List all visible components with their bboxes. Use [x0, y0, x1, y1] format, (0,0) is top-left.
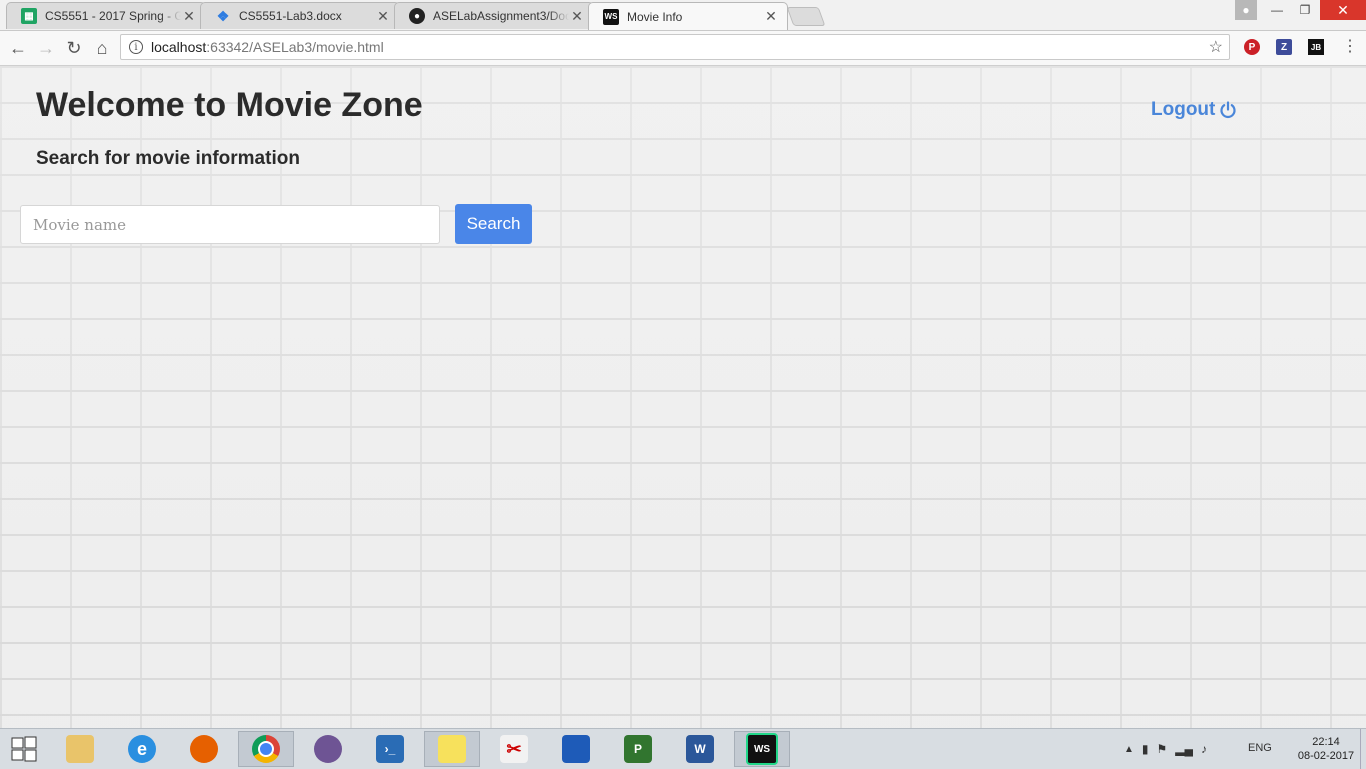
tab-movie-info[interactable]: WS Movie Info ✕ [588, 2, 788, 30]
pinterest-icon[interactable]: P [1244, 39, 1260, 55]
reload-icon[interactable]: ↻ [62, 36, 86, 60]
close-tab-icon[interactable]: ✕ [181, 8, 197, 25]
close-window-button[interactable]: ✕ [1320, 0, 1366, 20]
file-explorer-icon[interactable] [52, 731, 108, 767]
tab-cs5551-sheet[interactable]: ▦ CS5551 - 2017 Spring - G ✕ [6, 2, 206, 29]
battery-icon[interactable]: ▮ [1142, 742, 1149, 756]
show-desktop-button[interactable] [1360, 729, 1366, 769]
browser-tab-strip: ▦ CS5551 - 2017 Spring - G ✕ ❖ CS5551-La… [0, 0, 1366, 31]
tab-lab3-docx[interactable]: ❖ CS5551-Lab3.docx ✕ [200, 2, 400, 29]
word-icon[interactable]: W [672, 731, 728, 767]
clock-time: 22:14 [1312, 736, 1340, 748]
tab-title: Movie Info [627, 9, 683, 24]
logout-link[interactable]: Logout [1151, 99, 1237, 121]
page-title: Welcome to Movie Zone [36, 86, 423, 124]
browser-toolbar: ← → ↻ ⌂ i localhost:63342/ASELab3/movie.… [0, 31, 1366, 66]
page-viewport: Welcome to Movie Zone Search for movie i… [0, 66, 1366, 728]
search-button[interactable]: Search [455, 204, 532, 244]
close-tab-icon[interactable]: ✕ [569, 8, 585, 25]
back-icon[interactable]: ← [6, 36, 30, 60]
bookmark-star-icon[interactable]: ☆ [1209, 37, 1223, 57]
info-icon[interactable]: i [129, 40, 143, 54]
close-tab-icon[interactable]: ✕ [375, 8, 391, 25]
close-tab-icon[interactable]: ✕ [763, 8, 779, 25]
sticky-notes-icon[interactable] [424, 731, 480, 767]
tab-github-doc[interactable]: ● ASELabAssignment3/Doc ✕ [394, 2, 594, 29]
clock-date: 08-02-2017 [1297, 750, 1355, 762]
tab-title: CS5551-Lab3.docx [239, 9, 342, 23]
sheets-icon: ▦ [21, 8, 37, 24]
webstorm-icon: WS [603, 8, 619, 25]
home-icon[interactable]: ⌂ [90, 36, 114, 60]
internet-explorer-icon[interactable]: e [114, 731, 170, 767]
action-center-flag-icon[interactable]: ⚑ [1157, 742, 1168, 756]
firefox-icon[interactable] [176, 731, 232, 767]
forward-icon[interactable]: → [34, 36, 58, 60]
webstorm-taskbar-icon[interactable]: WS [734, 731, 790, 767]
windows-taskbar: e ›_ ✂ P W WS ▲ ▮ ⚑ ▂▄ ♪ ENG 22:14 08-02… [0, 728, 1366, 769]
windows-start-icon[interactable] [0, 731, 48, 767]
power-icon [1220, 101, 1236, 119]
project-icon[interactable]: P [610, 731, 666, 767]
github-desktop-icon[interactable] [300, 731, 356, 767]
chrome-icon[interactable] [238, 731, 294, 767]
tab-title: CS5551 - 2017 Spring - G [45, 9, 181, 23]
address-bar[interactable]: i localhost:63342/ASELab3/movie.html ☆ [120, 34, 1230, 60]
url-path: :63342/ASELab3/movie.html [206, 39, 384, 55]
tray-expand-icon[interactable]: ▲ [1124, 744, 1134, 755]
logout-label: Logout [1151, 99, 1216, 120]
github-icon: ● [409, 8, 425, 24]
powershell-icon[interactable]: ›_ [362, 731, 418, 767]
movie-name-input[interactable] [20, 205, 440, 244]
restore-button[interactable]: ❐ [1292, 0, 1318, 20]
profile-icon[interactable]: ● [1235, 0, 1257, 20]
dropbox-icon: ❖ [216, 7, 230, 24]
zotero-icon[interactable]: Z [1276, 39, 1292, 55]
url-host: localhost [151, 39, 207, 55]
jetbrains-icon[interactable]: JB [1308, 39, 1324, 55]
page-subtitle: Search for movie information [36, 148, 300, 169]
system-tray: ▲ ▮ ⚑ ▂▄ ♪ [1124, 729, 1207, 769]
language-indicator[interactable]: ENG [1248, 742, 1272, 754]
network-icon[interactable]: ▂▄ [1175, 742, 1193, 756]
menu-icon[interactable]: ⋮ [1342, 36, 1358, 56]
remote-desktop-icon[interactable] [548, 731, 604, 767]
clock[interactable]: 22:14 08-02-2017 [1296, 735, 1356, 763]
snipping-tool-icon[interactable]: ✂ [486, 731, 542, 767]
tab-title: ASELabAssignment3/Doc [433, 9, 569, 23]
volume-icon[interactable]: ♪ [1201, 742, 1207, 756]
minimize-button[interactable]: — [1264, 0, 1290, 20]
new-tab-button[interactable] [786, 7, 826, 26]
